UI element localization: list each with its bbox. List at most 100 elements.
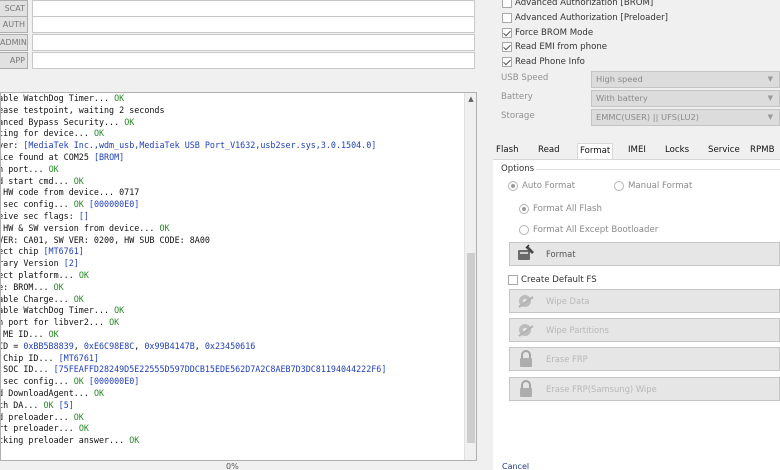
log-line: Get Chip ID... [MT6761] (3, 352, 99, 363)
wipe-data-button[interactable]: Wipe Data (509, 289, 780, 313)
scroll-thumb[interactable] (467, 253, 475, 443)
chk-force-brom-mode[interactable]: Force BROM Mode (502, 26, 593, 40)
radio-manual-format[interactable]: Manual Format (614, 179, 692, 193)
erase-frp-samsung-button[interactable]: Erase FRP(Samsung) Wipe (509, 377, 780, 401)
log-scrollbar[interactable]: ▲ (464, 93, 476, 460)
usb-speed-label: USB Speed (501, 73, 549, 83)
tab-service[interactable]: Service (708, 145, 740, 155)
auth-path-input[interactable] (32, 16, 475, 33)
tab-locks[interactable]: Locks (665, 145, 689, 155)
log-line: Disable WatchDog Timer... OK (0, 305, 125, 316)
chk-read-phone-info[interactable]: Read Phone Info (502, 55, 585, 69)
erase-frp-label: Erase FRP (546, 354, 588, 364)
storage-value: EMMC(USER) || UFS(LU2) (596, 112, 700, 122)
checkbox-label: Read EMI from phone (515, 42, 608, 52)
admin-path-input[interactable] (32, 34, 475, 51)
radio-button[interactable] (614, 181, 624, 191)
tab-rpmb[interactable]: RPMB (750, 145, 774, 155)
log-line: Send DownloadAgent... OK (1, 387, 105, 398)
log-line: Open port for libver2... OK (1, 317, 120, 328)
log-line: Detect chip [MT6761] (1, 246, 84, 257)
checkbox[interactable] (502, 42, 512, 52)
radio-format-all-flash[interactable]: Format All Flash (519, 202, 602, 216)
storage-select[interactable]: EMMC(USER) || UFS(LU2) ▼ (591, 109, 780, 126)
admin-button[interactable]: ADMIN (0, 34, 28, 51)
radio-button[interactable] (519, 204, 529, 214)
wipe-partitions-label: Wipe Partitions (546, 325, 609, 335)
checkbox[interactable] (502, 0, 512, 8)
log-line: Checking preloader answer... OK (1, 435, 140, 446)
log-line: Get SOC ID... [75FEAFFD28249D5E22555D597… (3, 364, 387, 375)
radio-label: Manual Format (628, 181, 693, 191)
tab-flash[interactable]: Flash (496, 145, 519, 155)
checkbox-label: Force BROM Mode (515, 28, 594, 38)
log-line: ME ID = 0xBB5B8839, 0xE6C98E8C, 0x99B414… (1, 340, 256, 351)
storage-label: Storage (501, 111, 535, 121)
tab-imei[interactable]: IMEI (628, 145, 646, 155)
checkbox[interactable] (508, 274, 518, 285)
erase-frp-button[interactable]: Erase FRP (509, 347, 780, 371)
log-line: Start preloader... OK (1, 423, 89, 434)
battery-select[interactable]: With battery ▼ (591, 90, 780, 107)
format-button-label: Format (546, 249, 576, 259)
log-line: Device found at COM25 [BROM] (1, 151, 125, 162)
chevron-down-icon: ▼ (767, 75, 773, 83)
log-line: Send preloader... OK (1, 411, 84, 422)
log-line: Get HW code from device... 0717 (3, 187, 140, 198)
cancel-link[interactable]: Cancel (502, 462, 529, 470)
options-divider (536, 169, 780, 170)
checkbox[interactable] (502, 13, 512, 23)
radio-label: Format All Except Bootloader (533, 225, 659, 235)
checkbox-label: Advanced Authorization [Preloader] (515, 13, 669, 23)
progress-label: 0% (226, 462, 239, 470)
battery-value: With battery (596, 93, 648, 103)
chevron-down-icon: ▼ (767, 113, 773, 121)
usb-speed-value: High speed (596, 74, 643, 84)
log-line: Waiting for device... OK (0, 128, 105, 139)
log-line: Open port... OK (1, 163, 59, 174)
scat-path-input[interactable] (32, 0, 475, 17)
log-panel: Disable WatchDog Timer... OKRelease test… (0, 92, 477, 461)
checkbox-label: Advanced Authorization [BROM] (515, 0, 654, 8)
wipe-partitions-button[interactable]: Wipe Partitions (509, 318, 780, 342)
tab-format[interactable]: Format (577, 143, 614, 159)
log-line: Send start cmd... OK (1, 175, 84, 186)
format-button[interactable]: Format (509, 242, 780, 266)
log-line: HW VER: CA01, SW VER: 0200, HW SUB CODE:… (0, 234, 210, 245)
log-line: Disable WatchDog Timer... OK (0, 93, 125, 103)
chk-advanced-auth-preloader[interactable]: Advanced Authorization [Preloader] (502, 11, 668, 25)
checkbox-label: Read Phone Info (515, 57, 585, 67)
battery-label: Battery (501, 92, 533, 102)
chk-create-default-fs[interactable]: Create Default FS (508, 273, 597, 286)
options-group-label: Options (501, 164, 535, 174)
log-line: Release testpoint, waiting 2 seconds (0, 104, 165, 115)
log-lines: Disable WatchDog Timer... OKRelease test… (0, 93, 454, 460)
log-line: Mode: BROM... OK (1, 281, 64, 292)
radio-label: Auto Format (522, 181, 575, 191)
scroll-up-arrow-icon[interactable]: ▲ (465, 93, 476, 105)
usb-speed-select[interactable]: High speed ▼ (591, 71, 780, 88)
log-line: Patch DA... OK [5] (1, 399, 74, 410)
app-path-input[interactable] (32, 52, 475, 69)
chk-read-emi[interactable]: Read EMI from phone (502, 40, 607, 54)
radio-auto-format[interactable]: Auto Format (508, 179, 575, 193)
tab-bar: Flash Read Format IMEI Locks Service RPM… (493, 142, 780, 160)
radio-format-all-except-bootloader[interactable]: Format All Except Bootloader (519, 223, 658, 237)
auth-button[interactable]: AUTH (0, 16, 28, 33)
chk-advanced-auth-brom[interactable]: Advanced Authorization [BROM] (502, 0, 653, 10)
radio-label: Format All Flash (533, 204, 602, 214)
app-button[interactable]: APP (0, 52, 28, 69)
log-line: Get sec config... OK [000000E0] (3, 376, 140, 387)
log-line: Get sec config... OK [000000E0] (3, 199, 140, 210)
log-line: Get ME ID... OK (3, 328, 59, 339)
wipe-partitions-icon (516, 320, 536, 340)
log-line: Advanced Bypass Security... OK (1, 116, 135, 127)
radio-button[interactable] (508, 181, 518, 191)
checkbox[interactable] (502, 57, 512, 67)
checkbox[interactable] (502, 28, 512, 38)
tab-read[interactable]: Read (538, 145, 560, 155)
lock-icon (516, 349, 536, 369)
scat-button[interactable]: SCAT (0, 0, 28, 17)
radio-button[interactable] (519, 225, 529, 235)
log-line: Detect platform... OK (1, 269, 89, 280)
